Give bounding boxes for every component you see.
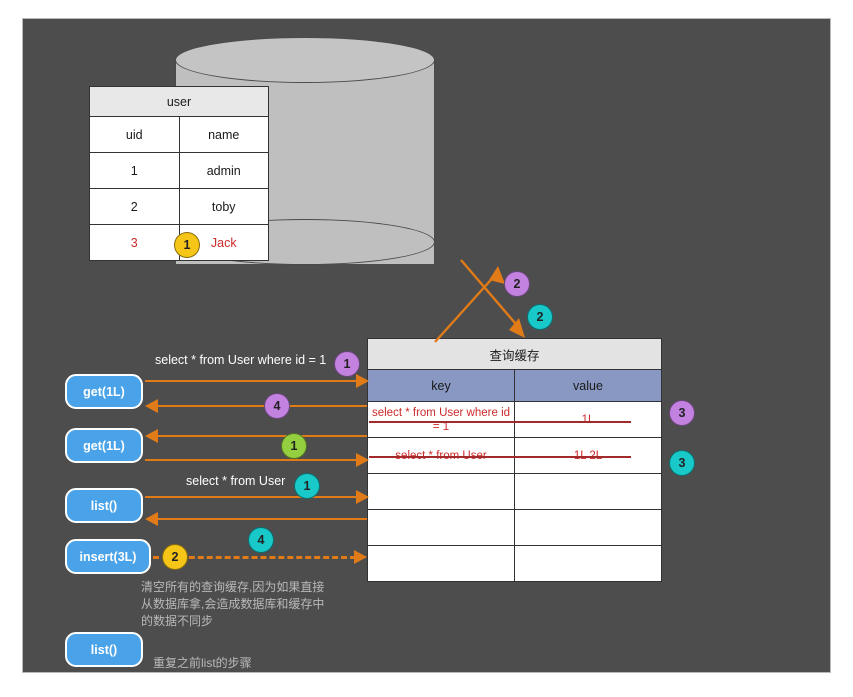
cache-key (368, 510, 515, 546)
arrow-get1-request-head (356, 374, 369, 388)
note-clear-cache: 清空所有的查询缓存,因为如果直接从数据库拿,会造成数据库和缓存中的数据不同步 (141, 579, 331, 630)
cache-side-badge-purple: 3 (669, 400, 695, 426)
arrow-get1-request-line (145, 380, 360, 382)
db-cache-link-arrows (423, 254, 543, 354)
cell-name: admin (179, 153, 269, 189)
arrow-get2-response-line (155, 435, 367, 437)
method-button-get-1[interactable]: get(1L) (65, 374, 143, 409)
arrow-list1-response-head (145, 512, 158, 526)
cache-side-badge-cyan: 3 (669, 450, 695, 476)
arrow-list1-response-line (155, 518, 367, 520)
arrow-list1-request-head (356, 490, 369, 504)
user-table-title-row: user (90, 87, 269, 117)
arrow-get1-response-head (145, 399, 158, 413)
cache-column-key: key (368, 370, 515, 402)
user-column-name: name (179, 117, 269, 153)
method-button-get-2[interactable]: get(1L) (65, 428, 143, 463)
diagram-canvas: user uid name 1 admin 2 toby 3 Jack 1 2 … (22, 18, 831, 673)
table-row: 2 toby (90, 189, 269, 225)
arrow-cache-to-db-head (489, 266, 505, 284)
arrow-get1-response-line (155, 405, 367, 407)
database-step-badge: 1 (174, 232, 200, 258)
cylinder-top-ellipse (175, 37, 435, 83)
cache-column-value: value (515, 370, 662, 402)
cell-uid: 2 (90, 189, 180, 225)
cache-value (515, 474, 662, 510)
arrow-list1-request-line (145, 496, 360, 498)
table-row (368, 474, 662, 510)
arrow-db-to-cache-head (509, 318, 525, 338)
db-cache-badge-purple: 2 (504, 271, 530, 297)
cache-key: select * from User where id = 1 (368, 402, 515, 438)
query-badge-list-1: 1 (294, 473, 320, 499)
table-row (368, 510, 662, 546)
db-cache-badge-cyan: 2 (527, 304, 553, 330)
arrow-get2-response-head (145, 429, 158, 443)
user-table-title: user (90, 87, 269, 117)
query-label-get-1: select * from User where id = 1 (155, 353, 326, 367)
cache-value (515, 510, 662, 546)
query-badge-get-2: 1 (281, 433, 307, 459)
cell-uid: 3 (90, 225, 180, 261)
user-table-header-row: uid name (90, 117, 269, 153)
cache-key (368, 546, 515, 582)
cell-name: toby (179, 189, 269, 225)
cache-header-row: key value (368, 370, 662, 402)
note-repeat-list: 重复之前list的步骤 (153, 655, 252, 672)
user-column-uid: uid (90, 117, 180, 153)
query-badge-get-1: 1 (334, 351, 360, 377)
arrow-get2-request-line (145, 459, 360, 461)
query-badge-insert: 2 (162, 544, 188, 570)
arrow-insert-head (354, 550, 367, 564)
return-badge-get-1: 4 (264, 393, 290, 419)
cache-value (515, 546, 662, 582)
table-row: 1 admin (90, 153, 269, 189)
return-badge-list-1: 4 (248, 527, 274, 553)
arrow-cache-to-db-line (435, 272, 498, 342)
method-button-list-2[interactable]: list() (65, 632, 143, 667)
method-button-insert[interactable]: insert(3L) (65, 539, 151, 574)
cache-key (368, 474, 515, 510)
table-row: select * from User where id = 1 1L (368, 402, 662, 438)
query-cache-table: 查询缓存 key value select * from User where … (367, 338, 662, 582)
cache-row1-strike (369, 421, 631, 423)
cell-uid: 1 (90, 153, 180, 189)
table-row (368, 546, 662, 582)
arrow-get2-request-head (356, 453, 369, 467)
method-button-list-1[interactable]: list() (65, 488, 143, 523)
cache-row2-strike (369, 456, 631, 458)
query-label-list-1: select * from User (186, 474, 285, 488)
cache-value: 1L (515, 402, 662, 438)
